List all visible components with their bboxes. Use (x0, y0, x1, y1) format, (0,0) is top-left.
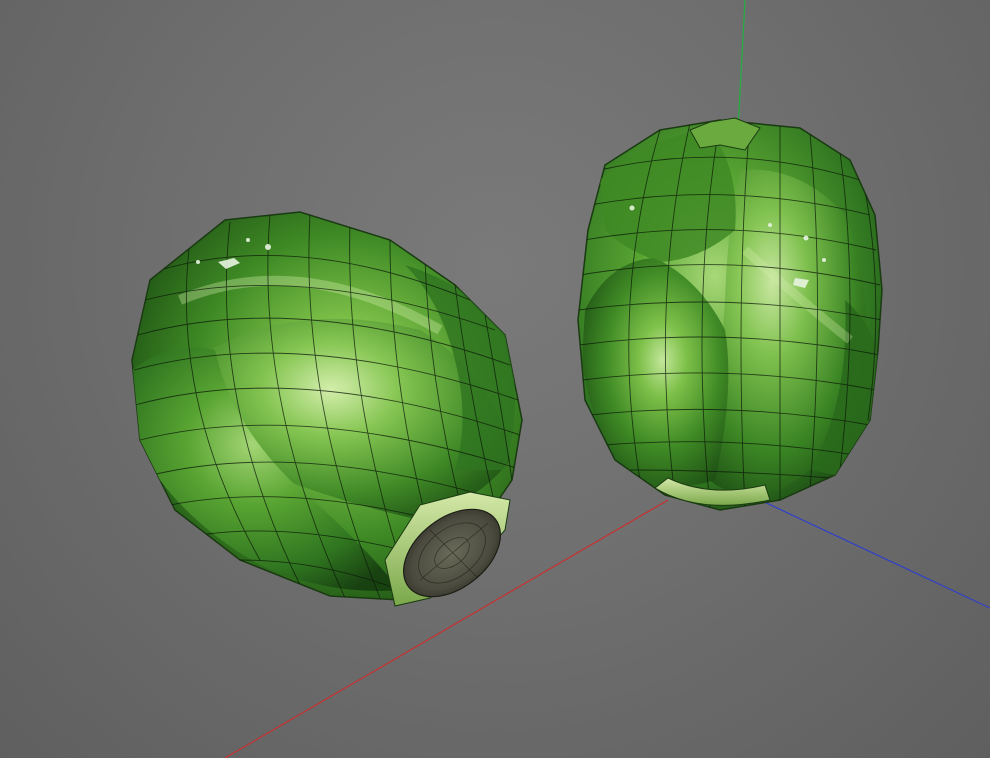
3d-viewport[interactable] (0, 0, 990, 758)
z-axis-line (759, 499, 990, 609)
y-axis-line (737, 0, 746, 131)
brussels-sprout-upright[interactable] (577, 117, 883, 511)
scene-canvas (131, 0, 990, 758)
brussels-sprout-lying[interactable] (131, 211, 523, 614)
